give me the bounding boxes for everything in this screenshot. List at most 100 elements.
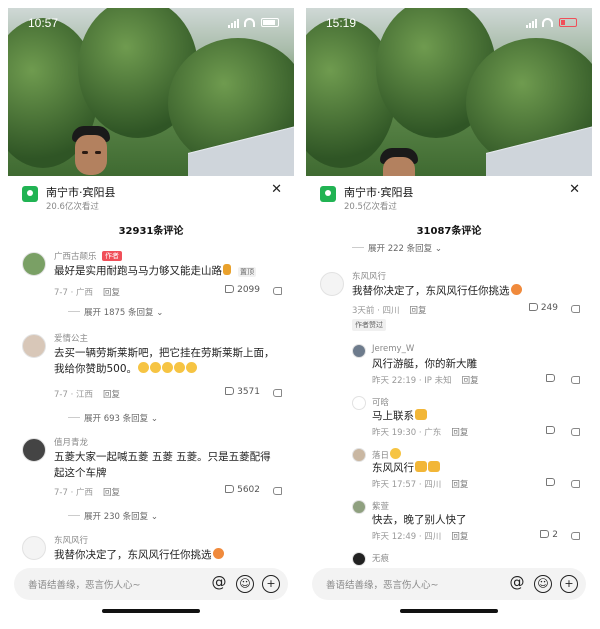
reply-button[interactable]: 回复 xyxy=(451,532,468,542)
dislike-icon[interactable] xyxy=(273,287,282,295)
at-icon[interactable]: @ xyxy=(508,575,526,593)
comment-count: 31087条评论 xyxy=(416,226,482,237)
expand-label: 展开 1875 条回复 xyxy=(84,308,154,318)
avatar[interactable] xyxy=(352,344,366,358)
comment-username[interactable]: 值月青龙 xyxy=(54,436,88,448)
dislike-icon[interactable] xyxy=(571,532,580,540)
like-button[interactable] xyxy=(546,374,558,384)
reply-item: Jeremy_W 风行游艇，你的新大雕 昨天 22:19 · IP 未知 回复 xyxy=(306,342,592,390)
at-icon[interactable]: @ xyxy=(210,575,228,593)
like-button[interactable]: 5602 xyxy=(225,485,260,495)
location-name[interactable]: 南宁市·宾阳县 xyxy=(46,184,116,200)
reply-button[interactable]: 回复 xyxy=(462,376,479,386)
add-icon[interactable]: + xyxy=(262,575,280,593)
reply-username[interactable]: Jeremy_W xyxy=(372,344,414,354)
comment-input[interactable]: 善语结善缘，恶言伤人心~ @ ☺ + xyxy=(312,568,586,600)
comment-username[interactable]: 广西古颠乐 xyxy=(54,250,97,262)
avatar[interactable] xyxy=(22,536,46,560)
close-icon[interactable]: ✕ xyxy=(271,182,282,197)
comment-username[interactable]: 东风风行 xyxy=(54,534,88,546)
like-button[interactable]: 2 xyxy=(540,530,558,540)
reply-button[interactable]: 回复 xyxy=(410,306,427,316)
location-icon xyxy=(22,186,38,202)
comment-username[interactable]: 东风风行 xyxy=(352,270,386,282)
reply-text: 风行游艇，你的新大雕 xyxy=(372,358,477,370)
emoji-icon xyxy=(150,362,162,373)
emoji-icon[interactable]: ☺ xyxy=(534,575,552,593)
reply-button[interactable]: 回复 xyxy=(103,488,120,498)
dislike-icon[interactable] xyxy=(571,376,580,384)
expand-replies-button[interactable]: 展开 222 条回复 ⌄ xyxy=(352,242,442,254)
reply-username[interactable]: 紫萱 xyxy=(372,500,389,512)
reply-username[interactable]: 可晗 xyxy=(372,396,389,408)
reply-button[interactable]: 回复 xyxy=(451,428,468,438)
avatar[interactable] xyxy=(22,252,46,276)
author-badge: 作者 xyxy=(102,251,122,261)
emoji-icon xyxy=(138,362,150,373)
like-button[interactable]: 2099 xyxy=(225,285,260,295)
avatar[interactable] xyxy=(22,334,46,358)
dislike-icon[interactable] xyxy=(273,487,282,495)
comment-sheet: 南宁市·宾阳县 20.6亿次看过 ✕ 32931条评论 广西古颠乐 作者 最好是… xyxy=(8,176,294,620)
reply-text: 东风风行 xyxy=(372,460,592,476)
avatar[interactable] xyxy=(352,500,366,514)
comment-count: 32931条评论 xyxy=(118,226,184,237)
like-button[interactable]: 249 xyxy=(528,303,558,313)
reply-text: 快去，晚了别人快了 xyxy=(372,514,467,526)
reply-button[interactable]: 回复 xyxy=(103,390,120,400)
emoji-icon xyxy=(162,362,174,373)
reply-text: 马上联系 xyxy=(372,408,592,424)
battery-icon xyxy=(261,18,279,27)
emoji-icon[interactable]: ☺ xyxy=(236,575,254,593)
status-bar: 10:57 xyxy=(28,16,280,32)
reply-button[interactable]: 回复 xyxy=(451,480,468,490)
avatar[interactable] xyxy=(320,272,344,296)
comment-time: 3天前 · 四川 xyxy=(352,306,400,316)
emoji-icon xyxy=(174,362,186,373)
status-time: 10:57 xyxy=(28,16,59,30)
comment-input[interactable]: 善语结善缘，恶言伤人心~ @ ☺ + xyxy=(14,568,288,600)
reply-button[interactable]: 回复 xyxy=(103,288,120,298)
comment-username[interactable]: 爱情公主 xyxy=(54,332,88,344)
avatar[interactable] xyxy=(352,448,366,462)
like-icon xyxy=(225,285,235,293)
comment-item: 东风风行 我替你决定了，东风风行任你挑选 3天前 · 四川 回复 249 作者赞过 xyxy=(306,268,592,338)
dislike-icon[interactable] xyxy=(571,480,580,488)
author-liked-tag: 作者赞过 xyxy=(352,319,386,331)
close-icon[interactable]: ✕ xyxy=(569,182,580,197)
like-button[interactable] xyxy=(546,426,558,436)
expand-replies-button[interactable]: 展开 693 条回复 ⌄ xyxy=(68,412,158,424)
dislike-icon[interactable] xyxy=(571,305,580,313)
expand-replies-button[interactable]: 展开 1875 条回复 ⌄ xyxy=(68,306,163,318)
expand-replies-button[interactable]: 展开 230 条回复 ⌄ xyxy=(68,510,158,522)
comment-time: 7-7 · 江西 xyxy=(54,390,93,400)
wifi-icon xyxy=(542,18,553,27)
dislike-icon[interactable] xyxy=(571,428,580,436)
reply-text-content: 马上联系 xyxy=(372,410,414,422)
thumbs-up-emoji-icon xyxy=(428,461,440,472)
expand-label: 展开 693 条回复 xyxy=(84,414,149,424)
like-button[interactable] xyxy=(546,478,558,488)
comment-text: 五菱大家一起喊五菱 五菱 五菱。只是五菱配得起这个车牌 xyxy=(54,451,271,479)
reply-time: 昨天 19:30 · 广东 xyxy=(372,428,442,438)
reply-time: 昨天 12:49 · 四川 xyxy=(372,532,442,542)
location-name[interactable]: 南宁市·宾阳县 xyxy=(344,184,414,200)
like-button[interactable]: 3571 xyxy=(225,387,260,397)
avatar[interactable] xyxy=(22,438,46,462)
comment-text: 我替你决定了，东风风行任你挑选 xyxy=(352,283,574,299)
like-icon xyxy=(540,530,550,538)
emoji-icon xyxy=(186,362,198,373)
home-indicator xyxy=(102,609,200,613)
avatar[interactable] xyxy=(352,552,366,566)
like-icon xyxy=(225,387,235,395)
avatar[interactable] xyxy=(352,396,366,410)
add-icon[interactable]: + xyxy=(560,575,578,593)
person-head xyxy=(68,126,114,176)
dislike-icon[interactable] xyxy=(273,389,282,397)
reply-username[interactable]: 无痕 xyxy=(372,552,389,564)
comment-item: 广西古颠乐 作者 最好是实用耐跑马马力够又能走山路 置顶 7-7 · 广西 回复 … xyxy=(8,248,294,300)
video-background: 15:19 xyxy=(306,8,592,176)
comment-meta: 7-7 · 江西 回复 xyxy=(54,388,120,400)
wifi-icon xyxy=(244,18,255,27)
comment-text-content: 我替你决定了，东风风行任你挑选 xyxy=(54,549,212,561)
